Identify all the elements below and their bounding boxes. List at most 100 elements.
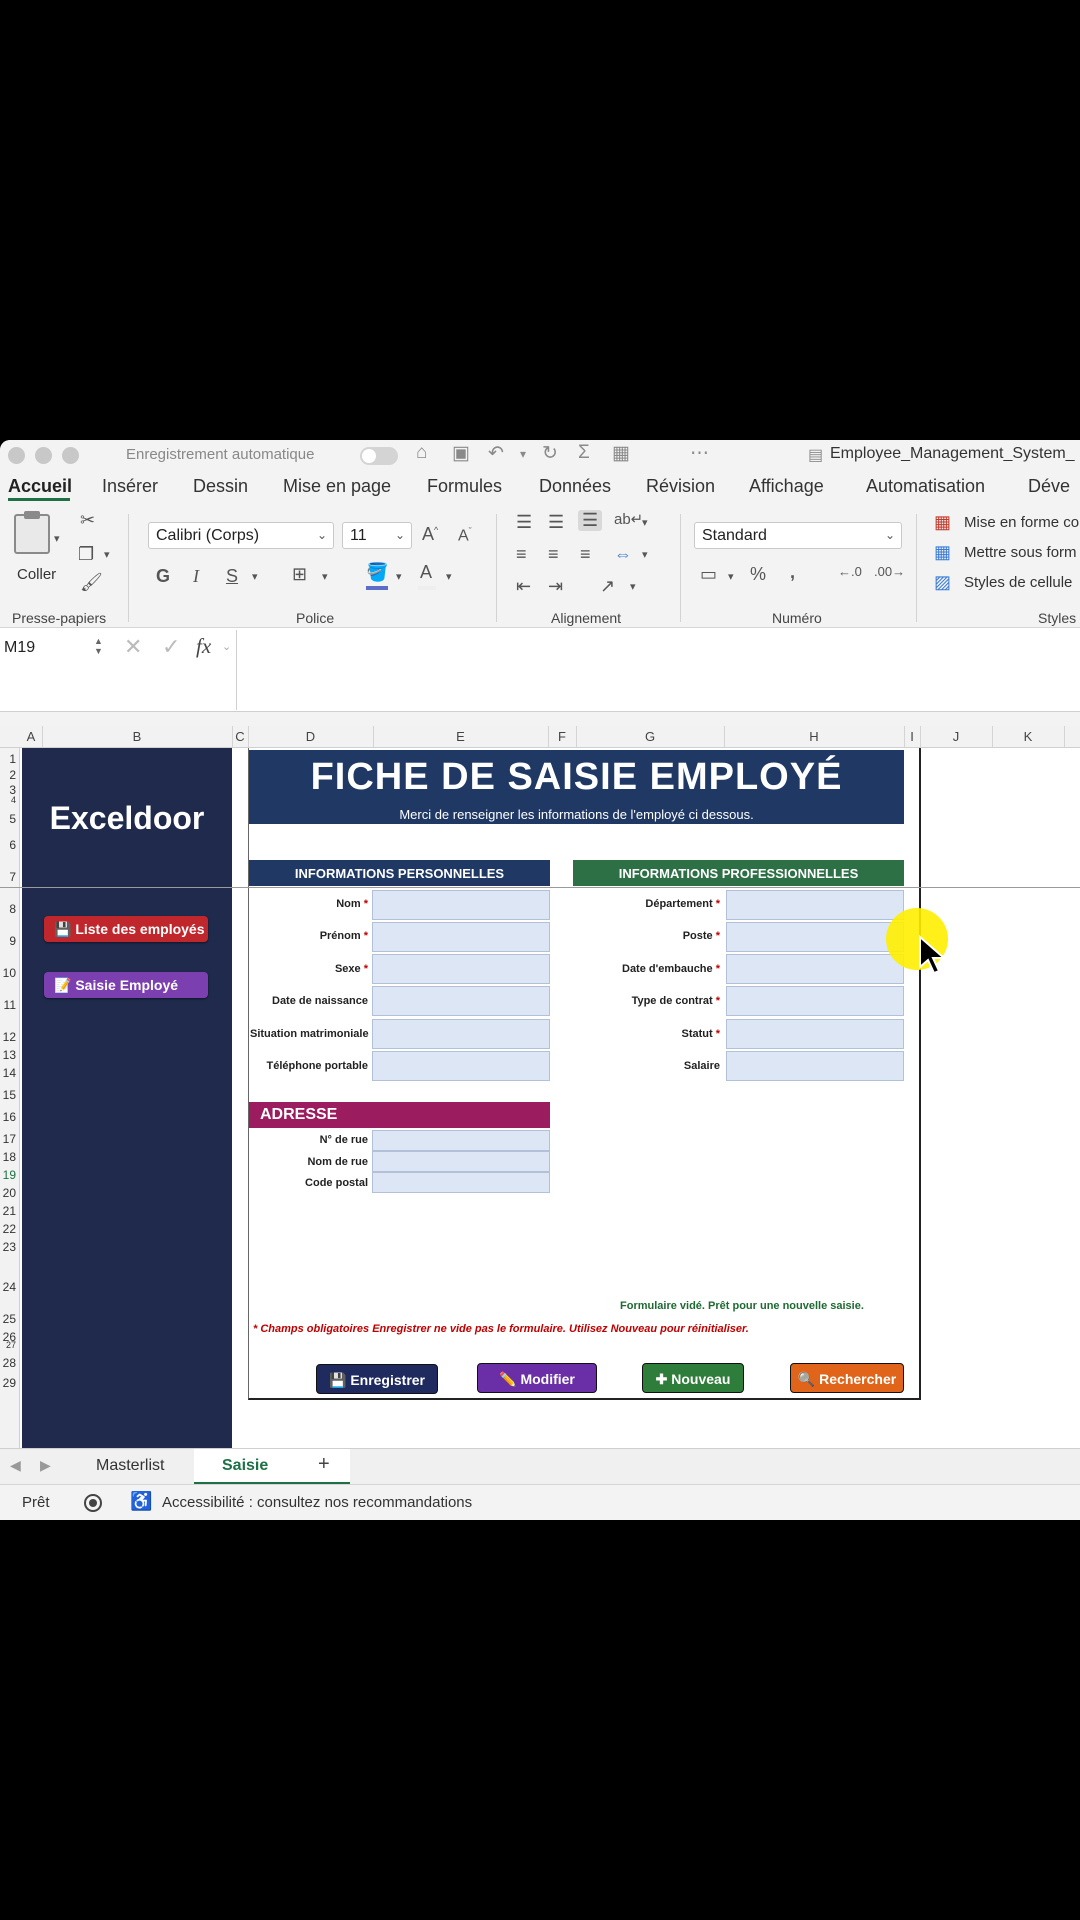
tab-automatisation[interactable]: Automatisation (866, 476, 985, 497)
row-header[interactable]: 13 (0, 1048, 16, 1062)
row-header[interactable]: 16 (0, 1110, 16, 1124)
decrease-indent-icon[interactable]: ⇤ (516, 576, 531, 597)
column-header[interactable]: D (248, 729, 373, 744)
decrease-decimal-icon[interactable]: .00→ (874, 564, 905, 579)
align-center-icon[interactable]: ≡ (548, 544, 559, 565)
fill-color-dropdown-icon[interactable]: ▾ (396, 570, 402, 583)
prenom-input[interactable] (372, 922, 550, 952)
copy-dropdown-icon[interactable]: ▾ (104, 548, 110, 561)
row-header[interactable]: 24 (0, 1280, 16, 1294)
row-header[interactable]: 28 (0, 1356, 16, 1370)
accounting-dropdown-icon[interactable]: ▾ (728, 570, 734, 583)
tab-accueil[interactable]: Accueil (8, 476, 72, 497)
name-box-stepper-icon[interactable]: ▲ ▼ (94, 636, 103, 656)
tab-dessin[interactable]: Dessin (193, 476, 248, 497)
column-header[interactable]: B (42, 729, 232, 744)
paste-dropdown-icon[interactable]: ▾ (54, 532, 60, 545)
function-icon[interactable]: fx (196, 634, 211, 659)
percent-icon[interactable]: % (750, 564, 766, 585)
row-header[interactable]: 12 (0, 1030, 16, 1044)
employee-entry-button[interactable]: 📝 Saisie Employé (44, 972, 208, 998)
underline-button[interactable]: S (226, 566, 238, 587)
column-header[interactable]: G (576, 729, 724, 744)
home-icon[interactable]: ⌂ (416, 442, 427, 464)
font-size-dropdown[interactable]: 11 ⌄ (342, 522, 412, 549)
telephone-input[interactable] (372, 1051, 550, 1081)
row-header[interactable]: 15 (0, 1088, 16, 1102)
text-orientation-icon[interactable]: ↗ (600, 576, 615, 597)
row-header[interactable]: 8 (0, 902, 16, 916)
nom-rue-input[interactable] (372, 1151, 550, 1172)
autosave-toggle[interactable] (360, 447, 398, 465)
row-header[interactable]: 27 (0, 1340, 16, 1350)
comma-style-icon[interactable]: , (790, 562, 795, 583)
format-as-table-icon[interactable]: ▦ (934, 542, 951, 563)
departement-input[interactable] (726, 890, 904, 920)
save-icon[interactable]: ▣ (452, 442, 470, 465)
type-contrat-input[interactable] (726, 986, 904, 1016)
conditional-format-button[interactable]: Mise en forme co (964, 514, 1079, 531)
tab-mise-en-page[interactable]: Mise en page (283, 476, 391, 497)
next-sheet-icon[interactable]: ▶ (40, 1457, 51, 1474)
salaire-input[interactable] (726, 1051, 904, 1081)
paste-icon[interactable] (14, 511, 50, 554)
enter-icon[interactable]: ✓ (162, 634, 180, 660)
row-header[interactable]: 20 (0, 1186, 16, 1200)
save-button[interactable]: 💾 Enregistrer (316, 1364, 438, 1394)
format-painter-icon[interactable]: 🖌 (80, 572, 103, 593)
row-header[interactable]: 11 (0, 998, 16, 1012)
cell-styles-button[interactable]: Styles de cellule (964, 574, 1072, 591)
tab-formules[interactable]: Formules (427, 476, 502, 497)
borders-dropdown-icon[interactable]: ▾ (322, 570, 328, 583)
accessibility-status[interactable]: Accessibilité : consultez nos recommanda… (162, 1494, 472, 1511)
increase-decimal-icon[interactable]: ←.0 (838, 564, 862, 579)
font-color-dropdown-icon[interactable]: ▾ (446, 570, 452, 583)
number-format-dropdown[interactable]: Standard ⌄ (694, 522, 902, 549)
align-right-icon[interactable]: ≡ (580, 544, 591, 565)
bold-button[interactable]: G (156, 566, 170, 587)
cancel-icon[interactable]: ✕ (124, 634, 142, 660)
text-orientation-dropdown-icon[interactable]: ▾ (630, 580, 636, 593)
redo-icon[interactable]: ↻ (542, 442, 558, 465)
accounting-format-icon[interactable]: ▭ (700, 564, 717, 585)
search-button[interactable]: 🔍 Rechercher (790, 1363, 904, 1393)
paste-label[interactable]: Coller (17, 566, 56, 583)
align-top-icon[interactable]: ☰ (516, 512, 532, 533)
cell-styles-icon[interactable]: ▨ (934, 572, 951, 593)
fill-color-icon[interactable]: 🪣 (366, 562, 388, 583)
align-middle-icon[interactable]: ☰ (548, 512, 564, 533)
row-header[interactable]: 14 (0, 1066, 16, 1080)
conditional-format-icon[interactable]: ▦ (934, 512, 951, 533)
employee-list-button[interactable]: 💾 Liste des employés (44, 916, 208, 942)
increase-indent-icon[interactable]: ⇥ (548, 576, 563, 597)
increase-font-icon[interactable]: A^ (422, 524, 438, 545)
row-header[interactable]: 29 (0, 1376, 16, 1390)
copy-icon[interactable]: ❐ (78, 544, 94, 565)
add-sheet-icon[interactable]: + (318, 1453, 330, 1476)
minimize-window-button[interactable] (35, 447, 52, 464)
tab-affichage[interactable]: Affichage (749, 476, 824, 497)
date-embauche-input[interactable] (726, 954, 904, 984)
previous-sheet-icon[interactable]: ◀ (10, 1457, 21, 1474)
name-box[interactable]: M19 (4, 636, 104, 662)
column-header[interactable]: I (904, 729, 920, 744)
row-header[interactable]: 21 (0, 1204, 16, 1218)
statut-input[interactable] (726, 1019, 904, 1049)
tab-developpeur[interactable]: Déve (1028, 476, 1070, 497)
format-as-table-button[interactable]: Mettre sous form (964, 544, 1077, 561)
record-macro-icon[interactable] (84, 1494, 102, 1512)
zoom-window-button[interactable] (62, 447, 79, 464)
tab-revision[interactable]: Révision (646, 476, 715, 497)
column-header[interactable]: A (20, 729, 42, 744)
row-header[interactable]: 17 (0, 1132, 16, 1146)
sheet-tab-saisie[interactable]: Saisie (222, 1457, 268, 1475)
align-bottom-icon[interactable]: ☰ (578, 510, 603, 531)
nom-input[interactable] (372, 890, 550, 920)
column-header[interactable]: K (992, 729, 1064, 744)
cut-icon[interactable]: ✂ (80, 510, 95, 531)
font-color-icon[interactable]: A (420, 562, 432, 583)
column-header[interactable]: H (724, 729, 904, 744)
edit-button[interactable]: ✏️ Modifier (477, 1363, 597, 1393)
row-header[interactable]: 1 (0, 752, 16, 766)
merge-cells-icon[interactable]: ⇔ (614, 544, 632, 565)
